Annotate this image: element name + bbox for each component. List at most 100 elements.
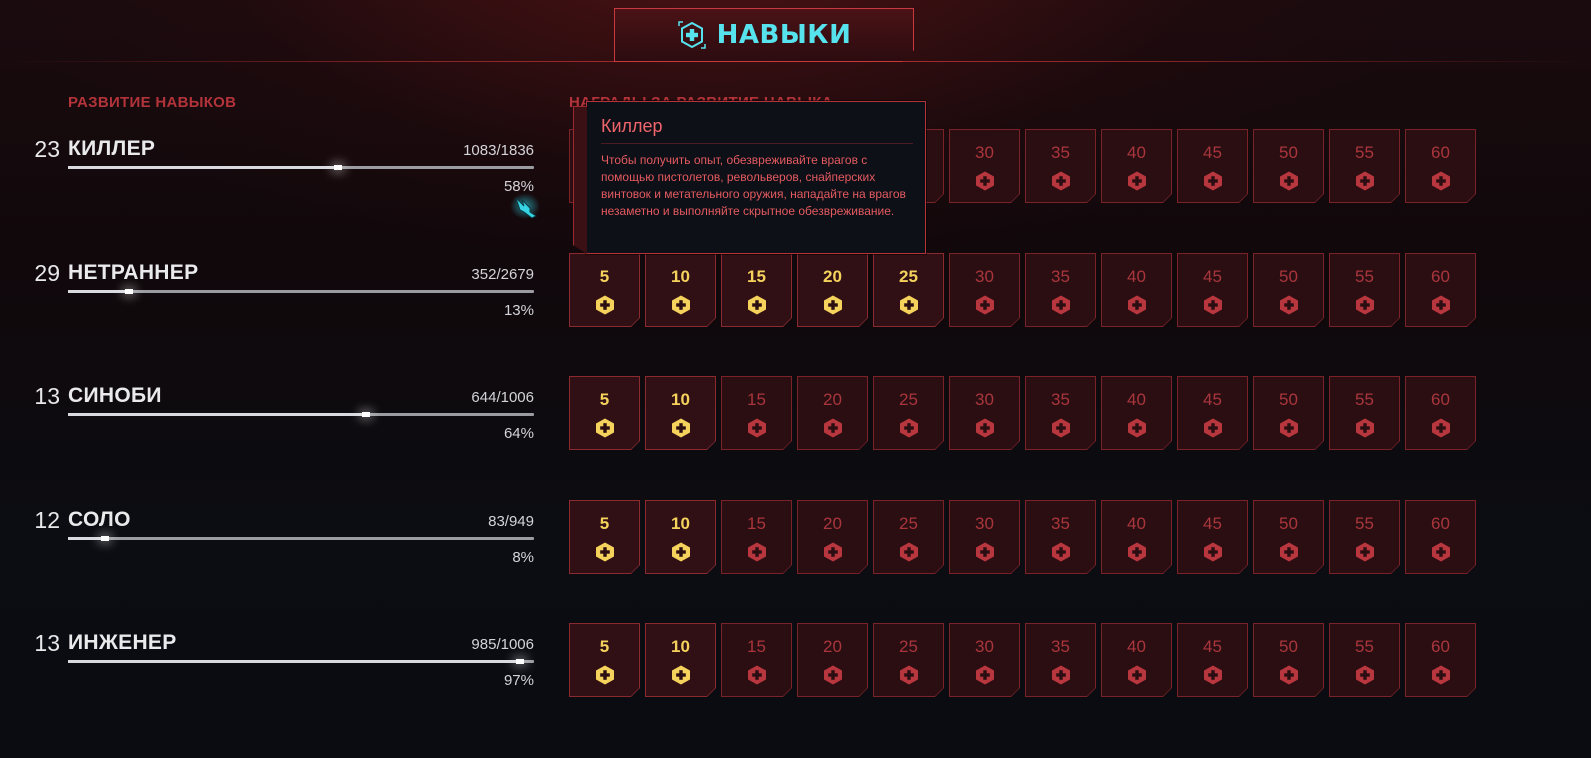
reward-tile[interactable]: 20	[797, 253, 868, 327]
perk-hex-plus-icon	[1126, 664, 1148, 686]
reward-tile[interactable]: 50	[1253, 623, 1324, 697]
reward-level: 55	[1355, 390, 1374, 409]
perk-hex-plus-icon	[1278, 170, 1300, 192]
reward-tile[interactable]: 60	[1405, 500, 1476, 574]
tooltip-description: Чтобы получить опыт, обезвреживайте враг…	[601, 153, 906, 218]
reward-tile[interactable]: 35	[1025, 500, 1096, 574]
reward-tile[interactable]: 55	[1329, 129, 1400, 203]
reward-level: 35	[1051, 267, 1070, 286]
perk-hex-plus-icon	[670, 294, 692, 316]
perk-hex-plus-icon	[1050, 664, 1072, 686]
reward-tile[interactable]: 5	[569, 253, 640, 327]
reward-tile[interactable]: 50	[1253, 129, 1324, 203]
skill-row[interactable]: 13 СИНОБИ 644/1006 64% 5 10 15 20 25 30 35 40 45 50 55…	[0, 383, 1591, 463]
tab-skills[interactable]: НАВЫКИ	[614, 8, 914, 62]
reward-level: 45	[1203, 390, 1222, 409]
skill-tooltip: Киллер Чтобы получить опыт, обезвреживай…	[573, 101, 926, 254]
perk-hex-plus-icon	[974, 664, 996, 686]
reward-tile[interactable]: 10	[645, 376, 716, 450]
skill-progress-fill	[68, 413, 366, 416]
skill-level: 23	[34, 136, 60, 162]
reward-tile[interactable]: 45	[1177, 376, 1248, 450]
reward-tile[interactable]: 55	[1329, 500, 1400, 574]
reward-tile[interactable]: 40	[1101, 253, 1172, 327]
reward-tile[interactable]: 40	[1101, 129, 1172, 203]
reward-tile[interactable]: 55	[1329, 253, 1400, 327]
reward-tile[interactable]: 10	[645, 500, 716, 574]
hand-cursor-icon	[510, 193, 540, 219]
reward-tile[interactable]: 5	[569, 623, 640, 697]
skill-percent: 13%	[503, 302, 534, 319]
reward-level: 50	[1279, 637, 1298, 656]
reward-tile[interactable]: 50	[1253, 253, 1324, 327]
reward-tile[interactable]: 30	[949, 253, 1020, 327]
progress-section-title: РАЗВИТИЕ НАВЫКОВ	[68, 94, 237, 111]
reward-tile[interactable]: 15	[721, 623, 792, 697]
reward-tile[interactable]: 35	[1025, 253, 1096, 327]
reward-level: 30	[975, 637, 994, 656]
reward-tile[interactable]: 30	[949, 623, 1020, 697]
perk-hex-plus-icon	[1202, 294, 1224, 316]
reward-level: 25	[899, 390, 918, 409]
perk-hex-plus-icon	[1354, 664, 1376, 686]
reward-tile[interactable]: 40	[1101, 500, 1172, 574]
reward-tile[interactable]: 25	[873, 623, 944, 697]
skill-row[interactable]: 29 НЕТРАННЕР 352/2679 13% 5 10 15 20 25 30 35 40 45 5…	[0, 260, 1591, 340]
reward-tile[interactable]: 35	[1025, 623, 1096, 697]
reward-tile[interactable]: 15	[721, 376, 792, 450]
reward-tile[interactable]: 30	[949, 129, 1020, 203]
reward-tile[interactable]: 20	[797, 376, 868, 450]
skill-row[interactable]: 13 ИНЖЕНЕР 985/1006 97% 5 10 15 20 25 30 35 40 45 50 5…	[0, 630, 1591, 710]
skill-name: КИЛЛЕР	[68, 137, 156, 160]
reward-tile[interactable]: 50	[1253, 500, 1324, 574]
perk-hex-plus-icon	[1278, 294, 1300, 316]
reward-tile[interactable]: 30	[949, 376, 1020, 450]
perk-hex-plus-icon	[974, 294, 996, 316]
perk-hex-plus-icon	[1430, 541, 1452, 563]
skill-row[interactable]: 12 СОЛО 83/949 8% 5 10 15 20 25 30 35 40 45 50 55 60	[0, 507, 1591, 587]
reward-tile[interactable]: 55	[1329, 376, 1400, 450]
reward-tile[interactable]: 45	[1177, 129, 1248, 203]
reward-track: 5 10 15 20 25 30 35 40 45 50 55 60	[569, 623, 1476, 697]
reward-tile[interactable]: 30	[949, 500, 1020, 574]
reward-level: 5	[599, 514, 610, 533]
reward-tile[interactable]: 20	[797, 500, 868, 574]
reward-tile[interactable]: 60	[1405, 129, 1476, 203]
reward-tile[interactable]: 45	[1177, 500, 1248, 574]
reward-tile[interactable]: 35	[1025, 376, 1096, 450]
skill-percent: 64%	[503, 425, 534, 442]
skill-name: СОЛО	[68, 508, 131, 531]
reward-tile[interactable]: 45	[1177, 253, 1248, 327]
reward-tile[interactable]: 10	[645, 253, 716, 327]
reward-tile[interactable]: 5	[569, 500, 640, 574]
reward-tile[interactable]: 25	[873, 500, 944, 574]
reward-tile[interactable]: 10	[645, 623, 716, 697]
reward-tile[interactable]: 60	[1405, 253, 1476, 327]
reward-tile[interactable]: 25	[873, 376, 944, 450]
reward-tile[interactable]: 50	[1253, 376, 1324, 450]
reward-tile[interactable]: 35	[1025, 129, 1096, 203]
skill-percent: 8%	[512, 549, 534, 566]
reward-level: 45	[1203, 143, 1222, 162]
reward-tile[interactable]: 60	[1405, 376, 1476, 450]
reward-tile[interactable]: 40	[1101, 623, 1172, 697]
perk-hex-plus-icon	[1430, 170, 1452, 192]
reward-tile[interactable]: 25	[873, 253, 944, 327]
reward-tile[interactable]: 40	[1101, 376, 1172, 450]
perk-hex-plus-icon	[822, 417, 844, 439]
reward-level: 10	[671, 267, 690, 286]
skill-progress-fill	[68, 166, 338, 169]
skill-name: СИНОБИ	[68, 384, 162, 407]
reward-level: 30	[975, 514, 994, 533]
reward-tile[interactable]: 15	[721, 253, 792, 327]
reward-tile[interactable]: 15	[721, 500, 792, 574]
reward-level: 50	[1279, 267, 1298, 286]
reward-level: 60	[1431, 637, 1450, 656]
reward-tile[interactable]: 45	[1177, 623, 1248, 697]
perk-hex-plus-icon	[1126, 541, 1148, 563]
reward-tile[interactable]: 20	[797, 623, 868, 697]
reward-level: 25	[899, 514, 918, 533]
reward-tile[interactable]: 60	[1405, 623, 1476, 697]
reward-tile[interactable]: 5	[569, 376, 640, 450]
reward-tile[interactable]: 55	[1329, 623, 1400, 697]
